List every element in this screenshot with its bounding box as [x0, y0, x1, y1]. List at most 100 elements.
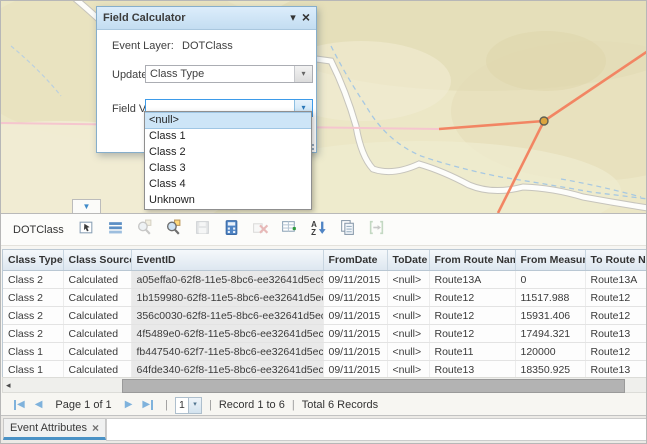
table-cell[interactable]: 1b159980-62f8-11e5-8bc6-ee32641d5ec9: [131, 289, 323, 307]
table-cell[interactable]: 11517.988: [515, 289, 585, 307]
table-cell[interactable]: Class 2: [3, 307, 63, 325]
map-view[interactable]: Field Calculator ▾ × Event Layer: DOTCla…: [1, 1, 647, 213]
table-cell[interactable]: 356c0030-62f8-11e5-8bc6-ee32641d5ec9: [131, 307, 323, 325]
column-header[interactable]: From Route Name: [429, 250, 515, 271]
table-row[interactable]: Class 2Calculated4f5489e0-62f8-11e5-8bc6…: [3, 325, 647, 343]
total-records-label: Total 6 Records: [302, 399, 378, 411]
table-cell[interactable]: Calculated: [63, 289, 131, 307]
table-cell[interactable]: 4f5489e0-62f8-11e5-8bc6-ee32641d5ec9: [131, 325, 323, 343]
table-cell[interactable]: 18350.925: [515, 361, 585, 379]
chevron-down-icon[interactable]: ▾: [294, 66, 312, 82]
sort-icon[interactable]: AZ: [310, 219, 327, 236]
table-cell[interactable]: 09/11/2015: [323, 307, 387, 325]
layer-name-label: DOTClass: [13, 224, 64, 236]
table-cell[interactable]: Class 2: [3, 325, 63, 343]
attribute-table: Class TypeClass SourceEventIDFromDateToD…: [3, 250, 647, 379]
table-cell[interactable]: Calculated: [63, 271, 131, 289]
bottom-tabbar: Event Attributes ×: [1, 415, 647, 444]
table-cell[interactable]: 15931.406: [515, 307, 585, 325]
table-cell[interactable]: Route13: [429, 361, 515, 379]
dropdown-option[interactable]: Class 4: [145, 177, 311, 193]
table-cell[interactable]: <null>: [387, 361, 429, 379]
tabbar-empty-area: [106, 418, 646, 441]
table-cell[interactable]: fb447540-62f7-11e5-8bc6-ee32641d5ec9: [131, 343, 323, 361]
dropdown-option[interactable]: Unknown: [145, 193, 311, 209]
table-cell[interactable]: 09/11/2015: [323, 271, 387, 289]
horizontal-scrollbar[interactable]: ◂: [2, 377, 647, 393]
last-page-button[interactable]: ▶: [142, 400, 153, 410]
table-panel-collapse-button[interactable]: ▼: [72, 199, 101, 213]
column-header[interactable]: FromDate: [323, 250, 387, 271]
table-cell[interactable]: Class 2: [3, 271, 63, 289]
column-header[interactable]: Class Source: [63, 250, 131, 271]
pager-separator: |: [209, 399, 212, 411]
table-cell[interactable]: <null>: [387, 307, 429, 325]
table-cell[interactable]: <null>: [387, 271, 429, 289]
table-cell[interactable]: 120000: [515, 343, 585, 361]
table-cell[interactable]: Route12: [429, 325, 515, 343]
table-cell[interactable]: Route13: [585, 325, 647, 343]
show-selected-records-icon[interactable]: [107, 219, 124, 236]
zoom-to-record-icon[interactable]: [165, 219, 182, 236]
scroll-left-icon[interactable]: ◂: [6, 380, 11, 391]
chevron-down-icon[interactable]: ▾: [188, 398, 201, 413]
table-cell[interactable]: <null>: [387, 343, 429, 361]
table-cell[interactable]: Class 2: [3, 289, 63, 307]
dropdown-option[interactable]: Class 2: [145, 145, 311, 161]
toolbar-icons: AZ: [78, 219, 397, 241]
add-record-icon[interactable]: [281, 219, 298, 236]
table-cell[interactable]: 09/11/2015: [323, 325, 387, 343]
table-cell[interactable]: Route12: [429, 289, 515, 307]
table-cell[interactable]: Route13: [585, 361, 647, 379]
column-header[interactable]: From Measure: [515, 250, 585, 271]
first-page-button[interactable]: ◀: [14, 400, 25, 410]
table-cell[interactable]: Route13A: [429, 271, 515, 289]
scrollbar-thumb[interactable]: [122, 379, 625, 393]
field-calculator-icon[interactable]: [223, 219, 240, 236]
table-cell[interactable]: Calculated: [63, 325, 131, 343]
table-row[interactable]: Class 2Calculated1b159980-62f8-11e5-8bc6…: [3, 289, 647, 307]
table-cell[interactable]: Class 1: [3, 361, 63, 379]
tab-close-icon[interactable]: ×: [92, 422, 99, 434]
select-records-icon[interactable]: [78, 219, 95, 236]
table-cell[interactable]: Route11: [429, 343, 515, 361]
table-cell[interactable]: <null>: [387, 325, 429, 343]
dialog-close-icon[interactable]: ×: [302, 10, 310, 24]
table-row[interactable]: Class 2Calculated356c0030-62f8-11e5-8bc6…: [3, 307, 647, 325]
table-cell[interactable]: Route13A: [585, 271, 647, 289]
dropdown-option[interactable]: Class 1: [145, 129, 311, 145]
table-cell[interactable]: Route12: [585, 343, 647, 361]
update-field-select[interactable]: Class Type ▾: [145, 65, 313, 83]
dialog-collapse-icon[interactable]: ▾: [290, 13, 296, 24]
table-cell[interactable]: Route12: [429, 307, 515, 325]
table-cell[interactable]: Calculated: [63, 361, 131, 379]
table-cell[interactable]: 09/11/2015: [323, 361, 387, 379]
table-cell[interactable]: Route12: [585, 307, 647, 325]
table-cell[interactable]: 09/11/2015: [323, 343, 387, 361]
dropdown-option[interactable]: <null>: [145, 112, 311, 129]
column-header[interactable]: To Route Name: [585, 250, 647, 271]
table-row[interactable]: Class 1Calculatedfb447540-62f7-11e5-8bc6…: [3, 343, 647, 361]
table-row[interactable]: Class 1Calculated64fde340-62f8-11e5-8bc6…: [3, 361, 647, 379]
column-header[interactable]: EventID: [131, 250, 323, 271]
table-cell[interactable]: Class 1: [3, 343, 63, 361]
dialog-titlebar[interactable]: Field Calculator ▾ ×: [97, 7, 316, 30]
table-cell[interactable]: Calculated: [63, 307, 131, 325]
copy-attributes-icon[interactable]: [339, 219, 356, 236]
table-cell[interactable]: 09/11/2015: [323, 289, 387, 307]
table-cell[interactable]: 64fde340-62f8-11e5-8bc6-ee32641d5ec9: [131, 361, 323, 379]
table-cell[interactable]: a05effa0-62f8-11e5-8bc6-ee32641d5ec9: [131, 271, 323, 289]
table-cell[interactable]: Route12: [585, 289, 647, 307]
tab-event-attributes[interactable]: Event Attributes ×: [3, 418, 106, 440]
column-header[interactable]: ToDate: [387, 250, 429, 271]
table-cell[interactable]: 0: [515, 271, 585, 289]
page-size-select[interactable]: 1 ▾: [175, 397, 202, 414]
table-cell[interactable]: <null>: [387, 289, 429, 307]
table-row[interactable]: Class 2Calculateda05effa0-62f8-11e5-8bc6…: [3, 271, 647, 289]
column-header[interactable]: Class Type: [3, 250, 63, 271]
dropdown-option[interactable]: Class 3: [145, 161, 311, 177]
next-page-button[interactable]: ▶: [125, 400, 133, 410]
table-cell[interactable]: 17494.321: [515, 325, 585, 343]
table-cell[interactable]: Calculated: [63, 343, 131, 361]
prev-page-button[interactable]: ◀: [35, 400, 43, 410]
